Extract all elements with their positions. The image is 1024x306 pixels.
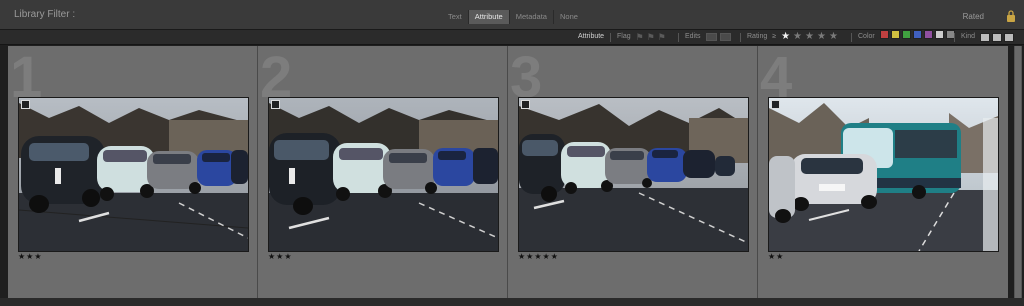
- kind-video-icon[interactable]: [1004, 32, 1015, 42]
- street-cars-photo: [19, 98, 248, 251]
- rating-star-2-icon[interactable]: ★: [793, 30, 802, 44]
- edits-label: Edits: [685, 33, 701, 40]
- color-swatch-1[interactable]: [879, 29, 889, 39]
- rating-operator[interactable]: ≥: [772, 30, 776, 44]
- rating-star-5-icon[interactable]: ★: [829, 30, 838, 44]
- library-filter-bar: Library Filter : Text Attribute Metadata…: [0, 0, 1024, 30]
- scrollbar-thumb[interactable]: [1015, 46, 1021, 298]
- badge-icon[interactable]: [521, 100, 530, 109]
- street-cars-photo: [519, 98, 748, 251]
- edits-filter: Edits: [685, 30, 734, 44]
- grid-cell[interactable]: 2 ★★★: [258, 45, 508, 298]
- tab-none[interactable]: None: [552, 10, 584, 24]
- photo-thumbnail[interactable]: [268, 97, 499, 252]
- edited-icon[interactable]: [705, 33, 717, 41]
- rating-star-3-icon[interactable]: ★: [805, 30, 814, 44]
- kind-master-icon[interactable]: [980, 32, 991, 42]
- grid-cell[interactable]: 3 ★★★★★: [508, 45, 758, 298]
- badge-icon[interactable]: [21, 100, 30, 109]
- color-swatch-6[interactable]: [934, 29, 944, 39]
- flag-unflagged-icon[interactable]: ⚑: [647, 30, 655, 44]
- tab-text[interactable]: Text: [442, 10, 468, 24]
- rating-stars[interactable]: ★★: [768, 252, 784, 261]
- flag-filter: Flag ⚑ ⚑ ⚑: [617, 30, 669, 44]
- flag-pick-icon[interactable]: ⚑: [636, 30, 644, 44]
- rating-star-1-icon[interactable]: ★: [781, 30, 790, 44]
- badge-icon[interactable]: [271, 100, 280, 109]
- kind-virtual-copy-icon[interactable]: [992, 32, 1003, 42]
- color-filter: Color: [858, 29, 957, 45]
- rating-filter: Rating ≥ ★ ★ ★ ★ ★: [747, 30, 841, 44]
- unedited-icon[interactable]: [719, 33, 731, 41]
- street-cars-photo: [269, 98, 498, 251]
- grid-cell[interactable]: 4 ★★: [758, 45, 1008, 298]
- kind-label: Kind: [961, 33, 976, 40]
- color-label: Color: [858, 33, 875, 40]
- filter-mode-tabs: Text Attribute Metadata None: [442, 10, 584, 24]
- color-swatch-2[interactable]: [890, 29, 900, 39]
- street-bus-photo: [769, 98, 998, 251]
- flag-label: Flag: [617, 33, 631, 40]
- rating-star-4-icon[interactable]: ★: [817, 30, 826, 44]
- lock-icon[interactable]: [1006, 10, 1016, 22]
- attribute-filter-bar: Attribute Flag ⚑ ⚑ ⚑ Edits Rating ≥ ★ ★ …: [0, 29, 1024, 45]
- photo-thumbnail[interactable]: [768, 97, 999, 252]
- rating-stars[interactable]: ★★★: [18, 252, 43, 261]
- color-swatch-3[interactable]: [901, 29, 911, 39]
- photo-thumbnail[interactable]: [518, 97, 749, 252]
- rating-stars[interactable]: ★★★: [268, 252, 293, 261]
- color-swatch-4[interactable]: [912, 29, 922, 39]
- color-swatches: [879, 29, 957, 45]
- library-filter-title: Library Filter :: [14, 9, 76, 20]
- grid-cell[interactable]: 1 ★★★: [8, 45, 258, 298]
- color-swatch-5[interactable]: [923, 29, 933, 39]
- flag-rejected-icon[interactable]: ⚑: [658, 30, 666, 44]
- filmstrip-divider: [0, 298, 1024, 306]
- filter-preset-dropdown[interactable]: Rated: [963, 12, 984, 21]
- kind-filter: Kind: [961, 30, 1016, 44]
- grid-scrollbar[interactable]: [1014, 46, 1022, 298]
- rating-label: Rating: [747, 33, 768, 40]
- badge-icon[interactable]: [771, 100, 780, 109]
- photo-grid: 1 ★★★ 2 ★★★ 3 ★★★★★ 4 ★★: [8, 45, 1008, 298]
- rating-stars[interactable]: ★★★★★: [518, 252, 559, 261]
- attribute-label: Attribute: [578, 33, 605, 40]
- tab-metadata[interactable]: Metadata: [508, 10, 553, 24]
- tab-attribute[interactable]: Attribute: [467, 10, 509, 24]
- photo-thumbnail[interactable]: [18, 97, 249, 252]
